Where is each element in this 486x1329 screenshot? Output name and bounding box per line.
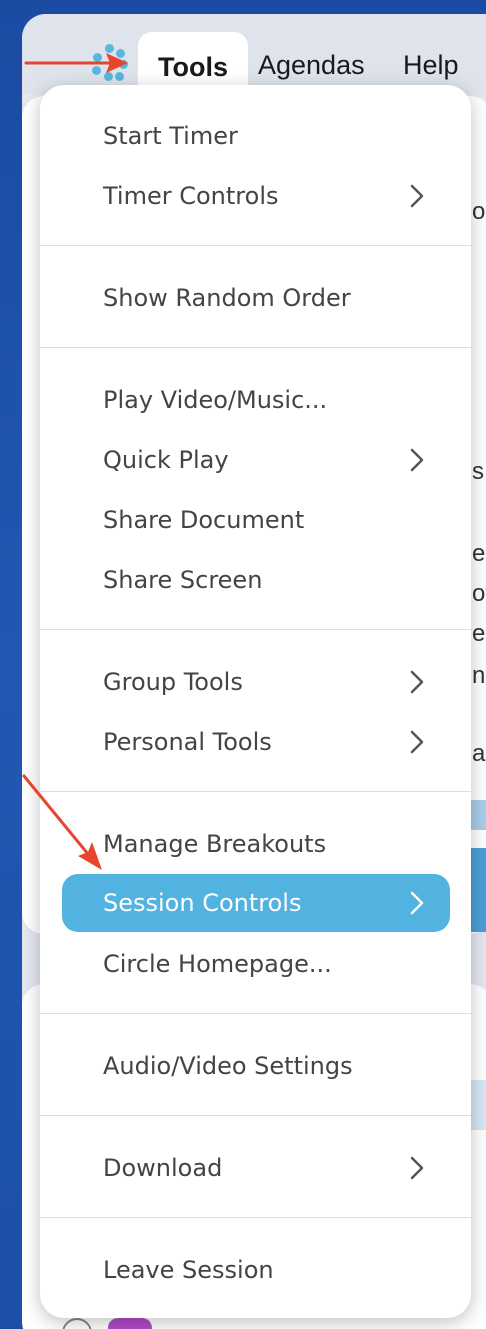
menu-item-session-controls[interactable]: Session Controls [62,874,450,932]
chevron-right-icon [410,448,424,472]
menu-divider [40,629,471,630]
chevron-right-icon [410,184,424,208]
menu-item-circle-homepage[interactable]: Circle Homepage... [62,935,450,993]
menu-item-label: Timer Controls [103,182,279,210]
menu-item-label: Session Controls [103,889,302,917]
menu-divider [40,1013,471,1014]
chevron-right-icon [410,891,424,915]
menu-item-share-document[interactable]: Share Document [62,491,450,549]
menu-item-audio-video-settings[interactable]: Audio/Video Settings [62,1037,450,1095]
menu-item-share-screen[interactable]: Share Screen [62,551,450,609]
menu-item-label: Group Tools [103,668,243,696]
menu-item-label: Share Document [103,506,305,534]
menu-item-label: Download [103,1154,223,1182]
menu-item-play-video-music[interactable]: Play Video/Music... [62,371,450,429]
menu-item-leave-session[interactable]: Leave Session [62,1241,450,1299]
menu-divider [40,347,471,348]
menu-item-personal-tools[interactable]: Personal Tools [62,713,450,771]
menu-item-label: Show Random Order [103,284,351,312]
menu-item-label: Share Screen [103,566,263,594]
chevron-right-icon [410,1156,424,1180]
menu-item-start-timer[interactable]: Start Timer [62,107,450,165]
menu-item-download[interactable]: Download [62,1139,450,1197]
menu-divider [40,1217,471,1218]
avatar-badge [108,1318,152,1329]
menu-item-label: Manage Breakouts [103,830,327,858]
menu-item-label: Play Video/Music... [103,386,328,414]
annotation-arrow-icon [24,53,128,73]
background-text: ot [472,580,486,607]
menu-item-label: Audio/Video Settings [103,1052,353,1080]
menu-item-timer-controls[interactable]: Timer Controls [62,167,450,225]
menu-divider [40,245,471,246]
menu-item-label: Personal Tools [103,728,272,756]
background-text: s [472,458,484,485]
menu-item-label: Quick Play [103,446,229,474]
menu-item-label: Leave Session [103,1256,274,1284]
background-text: e [472,540,486,567]
tools-dropdown-menu: Start Timer Timer Controls Show Random O… [40,85,471,1318]
menu-item-label: Start Timer [103,122,238,150]
background-text: o [472,198,486,225]
menu-divider [40,1115,471,1116]
menu-item-quick-play[interactable]: Quick Play [62,431,450,489]
annotation-arrow-icon [22,774,102,870]
background-text: ad [472,740,486,767]
menu-item-show-random-order[interactable]: Show Random Order [62,269,450,327]
chevron-right-icon [410,670,424,694]
menu-item-label: Circle Homepage... [103,950,332,978]
chevron-right-icon [410,730,424,754]
background-text: e [472,620,486,647]
menu-item-group-tools[interactable]: Group Tools [62,653,450,711]
menu-item-manage-breakouts[interactable]: Manage Breakouts [62,815,450,873]
background-text: nd [472,662,486,689]
